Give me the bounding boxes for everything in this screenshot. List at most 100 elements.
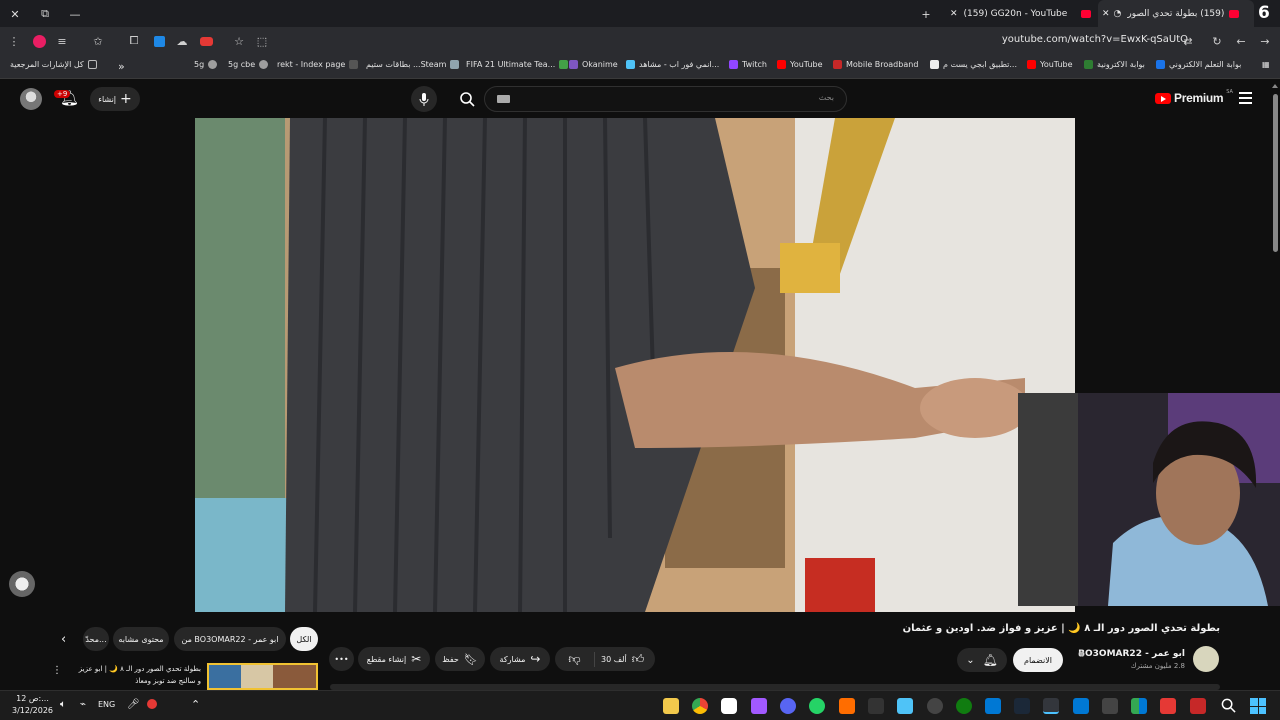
tab-active[interactable]: ✕ ◔ (159) بطولة تحدي الصور دور... xyxy=(1098,0,1254,27)
close-tab-icon[interactable]: ✕ xyxy=(1102,9,1110,19)
app-purple-icon[interactable] xyxy=(751,698,767,714)
tray-overflow-icon[interactable]: ⌃ xyxy=(191,698,200,711)
extensions-icon[interactable]: ⧠ xyxy=(125,32,143,50)
windows-start-icon[interactable] xyxy=(1250,698,1266,714)
copilot-icon[interactable] xyxy=(1131,698,1147,714)
app-red-icon[interactable] xyxy=(1190,698,1206,714)
adblock-icon[interactable] xyxy=(197,32,215,50)
channel-name[interactable]: ابو عمر - BO3OMAR22 xyxy=(1078,649,1185,659)
all-bookmarks[interactable]: كل الإشارات المرجعية xyxy=(10,60,97,69)
reload-icon[interactable]: ↻ xyxy=(1208,32,1226,50)
voice-search-icon[interactable] xyxy=(411,86,437,112)
bookmark-item[interactable]: تطبيق ابجي يست م... xyxy=(930,60,1017,69)
profile-icon[interactable] xyxy=(30,32,48,50)
chrome-icon[interactable] xyxy=(692,698,708,714)
language-indicator[interactable]: ENG xyxy=(98,700,115,709)
chips-prev-icon[interactable]: ‹ xyxy=(61,632,66,647)
app-lightblue-icon[interactable] xyxy=(897,698,913,714)
chip-all[interactable]: الكل xyxy=(290,627,318,651)
scroll-up-arrow-icon[interactable] xyxy=(1272,82,1278,88)
obs-icon[interactable] xyxy=(927,698,943,714)
next-video-title[interactable]: بطولة تحدي الصور دور الـ ٨ 🌙 | ابو عزيز … xyxy=(79,663,201,687)
clock[interactable]: ص 12:... 3/12/2026 xyxy=(12,693,53,717)
close-tab-icon[interactable]: ✕ xyxy=(950,9,958,19)
bookmark-item[interactable]: Mobile Broadband xyxy=(833,60,918,69)
channel-watermark[interactable] xyxy=(9,571,35,597)
steam-icon[interactable] xyxy=(1014,698,1030,714)
channel-avatar[interactable] xyxy=(1193,646,1219,672)
chip-recent[interactable]: محدّ... xyxy=(83,627,109,651)
extension-blue-icon[interactable] xyxy=(150,32,168,50)
network-icon[interactable] xyxy=(147,699,157,709)
outlook-icon[interactable] xyxy=(1073,698,1089,714)
favorites-icon[interactable]: ✩ xyxy=(89,32,107,50)
extension-grey-icon[interactable]: ☁ xyxy=(173,32,191,50)
bookmark-item[interactable]: YouTube xyxy=(1027,60,1073,69)
store-icon[interactable] xyxy=(1102,698,1118,714)
bookmark-item[interactable]: بوابة الاكترونية xyxy=(1084,60,1145,69)
capcut-icon[interactable] xyxy=(721,698,737,714)
bookmarks-overflow[interactable]: » xyxy=(118,60,125,73)
like-count[interactable]: 30 ألف xyxy=(595,655,627,664)
apps-grid-icon[interactable]: ▦ xyxy=(1262,60,1270,69)
new-tab-button[interactable]: + xyxy=(917,5,935,23)
chip-from-channel[interactable]: من BO3OMAR22 - ابو عمر xyxy=(174,627,286,651)
create-button[interactable]: إنشاء + xyxy=(90,87,140,111)
bookmark-item[interactable]: بوابة التعلم الالكتروني xyxy=(1156,60,1241,69)
scrollbar-thumb[interactable] xyxy=(1272,94,1278,252)
next-video-menu-icon[interactable]: ⋮ xyxy=(52,665,62,676)
video-player[interactable] xyxy=(195,118,1075,612)
mic-icon[interactable]: ⌁ xyxy=(80,699,86,710)
discord-icon[interactable] xyxy=(780,698,796,714)
bookmark-item[interactable]: 5g xyxy=(194,60,218,69)
site-settings-icon[interactable]: ⇄ xyxy=(1179,32,1197,50)
more-actions-button[interactable]: ••• xyxy=(329,647,354,671)
chrome-active-icon[interactable] xyxy=(1043,698,1059,714)
next-video-thumbnail[interactable] xyxy=(207,663,318,690)
bookmark-item[interactable]: rekt - Index page xyxy=(277,60,359,69)
clip-button[interactable]: إنشاء مقطع ✂ xyxy=(358,647,430,671)
keyboard-icon[interactable] xyxy=(497,95,510,103)
youtube-logo[interactable]: Premium SA xyxy=(1155,89,1233,105)
file-explorer-icon[interactable] xyxy=(663,698,679,714)
app-blue-icon[interactable] xyxy=(985,698,1001,714)
star-icon[interactable]: ☆ xyxy=(230,32,248,50)
microphone-icon[interactable]: 🎤︎ xyxy=(127,699,140,710)
app-dark-icon[interactable] xyxy=(868,698,884,714)
menu-dots-icon[interactable]: ⋮ xyxy=(5,32,23,50)
whatsapp-icon[interactable] xyxy=(809,698,825,714)
pdf-icon[interactable] xyxy=(1160,698,1176,714)
join-button[interactable]: الانضمام xyxy=(1013,648,1063,672)
save-button[interactable]: حفظ 🔖︎ xyxy=(435,647,485,671)
bookmark-item[interactable]: Twitch xyxy=(729,60,767,69)
volume-icon[interactable]: 🔈︎ xyxy=(60,699,66,710)
tab-inactive[interactable]: ✕ (159) GG20n - YouTube xyxy=(944,0,1096,27)
back-icon[interactable]: → xyxy=(1256,32,1274,50)
reading-list-icon[interactable]: ≡ xyxy=(53,32,71,50)
restore-window-icon[interactable]: ⧉ xyxy=(36,5,54,23)
avatar[interactable] xyxy=(20,88,42,110)
screenshot-icon[interactable]: ⬚ xyxy=(253,32,271,50)
address-bar[interactable]: youtube.com/watch?v=EwxK-qSaUtQ xyxy=(1002,34,1188,45)
bookmark-item[interactable]: بطاقات ستيم ...Steam xyxy=(366,60,460,69)
bookmark-item[interactable]: Okanime xyxy=(569,60,618,69)
search-icon[interactable] xyxy=(459,91,475,111)
app-orange-icon[interactable] xyxy=(839,698,855,714)
xbox-icon[interactable] xyxy=(956,698,972,714)
bookmark-item[interactable]: انمي فور اب - مشاهد... xyxy=(626,60,719,69)
search-icon[interactable] xyxy=(1221,698,1236,717)
hamburger-menu-icon[interactable] xyxy=(1239,92,1252,104)
share-button[interactable]: مشاركة ↪ xyxy=(490,647,550,671)
mute-tab-icon[interactable]: ◔ xyxy=(1114,9,1122,19)
like-icon[interactable]: 👍︎ xyxy=(627,652,645,667)
dislike-button[interactable]: 👎︎ xyxy=(555,651,595,667)
forward-icon[interactable]: ← xyxy=(1232,32,1250,50)
subscribed-button[interactable]: ⌄ 🔔︎ xyxy=(957,648,1007,672)
bookmark-item[interactable]: 5g cbe xyxy=(228,60,269,69)
minimize-window-icon[interactable]: — xyxy=(66,5,84,23)
bookmark-item[interactable]: FIFA 21 Ultimate Tea... xyxy=(466,60,569,69)
search-box[interactable]: بحث xyxy=(460,86,847,112)
close-window-icon[interactable]: ✕ xyxy=(6,5,24,23)
bookmark-item[interactable]: YouTube xyxy=(777,60,823,69)
page-scrollbar[interactable] xyxy=(1271,82,1279,685)
